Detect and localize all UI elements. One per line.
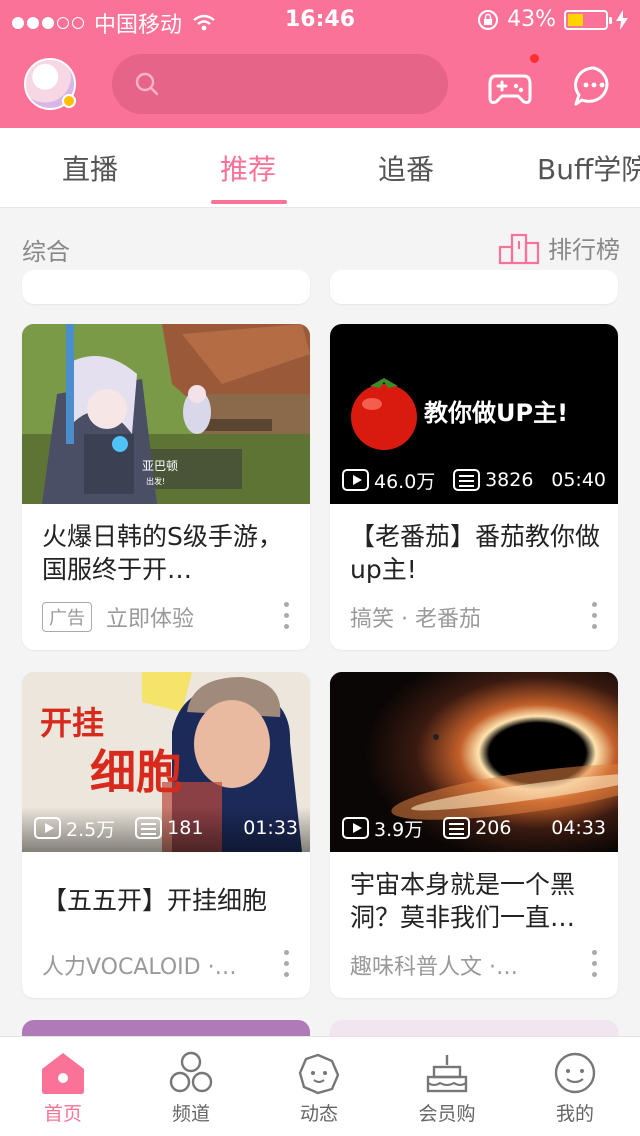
search-bar[interactable] [112,54,448,114]
nav-label: 频道 [171,1103,210,1125]
ranking-label: 排行榜 [548,236,620,264]
ranking-button[interactable]: 排行榜 [498,230,620,265]
status-bar: 中国移动 16:46 43% [0,0,640,40]
video-thumbnail: 3.9万 206 04:33 [330,672,618,852]
nav-profile[interactable]: 我的 [520,1051,630,1126]
video-thumbnail: 亚巴顿 出发! [22,324,310,504]
nav-member-shop[interactable]: 会员购 [392,1051,502,1126]
video-category-author[interactable]: 人力VOCALOID ·… [42,949,237,981]
video-title[interactable]: 【老番茄】番茄教你做up主! [350,520,600,586]
danmaku-count: 3826 [485,469,534,491]
top-bar: 中国移动 16:46 43% [0,0,640,128]
danmaku-icon [453,469,481,491]
play-count-icon [342,469,369,491]
thumbnail-caption: 亚巴顿 [142,459,178,473]
play-count-icon [342,817,369,839]
home-icon [42,1053,84,1094]
tab-buff-academy[interactable]: Buff学院 [537,148,640,188]
nav-label: 会员购 [418,1103,476,1125]
nav-channels[interactable]: 频道 [136,1051,246,1126]
thumbnail-subcaption: 出发! [146,476,165,486]
thumbnail-text-1: 开挂 [40,704,104,742]
tab-recommend[interactable]: 推荐 [220,148,276,188]
thumbnail-text: 教你做UP主! [424,399,568,427]
nav-home[interactable]: 首页 [8,1051,118,1126]
nav-label: 我的 [555,1103,594,1125]
video-thumbnail: 开挂 细胞 2.5万 181 01:33 [22,672,310,852]
danmaku-icon [135,817,163,839]
active-tab-indicator [211,200,287,204]
user-avatar[interactable] [24,58,76,110]
video-card[interactable]: 教你做UP主! 46.0万 3826 05:40 【老番茄】番茄教你做up主! … [330,324,618,650]
cake-icon [426,1055,468,1093]
ranking-icon [498,233,540,264]
dynamics-icon [298,1053,340,1095]
view-count: 2.5万 [66,818,116,841]
video-thumbnail: 教你做UP主! 46.0万 3826 05:40 [330,324,618,504]
nav-label: 首页 [43,1103,82,1125]
view-count: 3.9万 [374,818,424,841]
video-title[interactable]: 【五五开】开挂细胞 [42,884,292,917]
bottom-navigation: 首页 频道 动态 会员购 我的 [0,1036,640,1136]
previous-card-left[interactable] [22,270,310,304]
nav-label: 动态 [299,1103,338,1125]
video-card-ad[interactable]: 亚巴顿 出发! 火爆日韩的S级手游，国服终于开… 广告 立即体验 [22,324,310,650]
profile-icon [554,1052,596,1094]
rotation-lock-icon [478,9,499,30]
more-options-icon[interactable] [592,950,598,978]
video-title[interactable]: 宇宙本身就是一个黑洞？莫非我们一直… [350,868,600,934]
video-duration: 01:33 [243,817,298,839]
section-title: 综合 [22,238,70,266]
video-card[interactable]: 3.9万 206 04:33 宇宙本身就是一个黑洞？莫非我们一直… 趣味科普人文… [330,672,618,998]
thumbnail-text-2: 细胞 [90,745,182,799]
previous-card-right[interactable] [330,270,618,304]
tab-bangumi[interactable]: 追番 [378,148,434,188]
video-title[interactable]: 火爆日韩的S级手游，国服终于开… [42,520,292,586]
video-category-author[interactable]: 趣味科普人文 ·… [350,949,518,981]
battery-percent: 43% [507,7,556,32]
video-duration: 05:40 [551,469,606,491]
danmaku-count: 206 [475,817,512,839]
channels-icon [169,1051,213,1093]
charging-icon [616,9,628,30]
game-center-icon[interactable] [488,64,532,108]
vip-badge [62,94,76,108]
ad-tag: 广告 [42,602,92,632]
nav-dynamics[interactable]: 动态 [264,1051,374,1126]
more-options-icon[interactable] [284,950,290,978]
channel-tabs: 直播 推荐 追番 Buff学院 [0,128,640,208]
danmaku-icon [443,817,471,839]
ad-action-link[interactable]: 立即体验 [106,601,194,633]
play-count-icon [34,817,61,839]
tab-live[interactable]: 直播 [62,148,118,188]
message-icon[interactable] [572,64,616,108]
video-category-author[interactable]: 搞笑 · 老番茄 [350,601,481,633]
danmaku-count: 181 [167,817,204,839]
battery-icon [564,9,612,30]
notification-dot [528,52,541,65]
video-duration: 04:33 [551,817,606,839]
video-card[interactable]: 开挂 细胞 2.5万 181 01:33 【五五开】开挂细胞 人力VOCALOI… [22,672,310,998]
search-icon [135,72,159,96]
more-options-icon[interactable] [284,602,290,630]
more-options-icon[interactable] [592,602,598,630]
view-count: 46.0万 [374,470,436,493]
